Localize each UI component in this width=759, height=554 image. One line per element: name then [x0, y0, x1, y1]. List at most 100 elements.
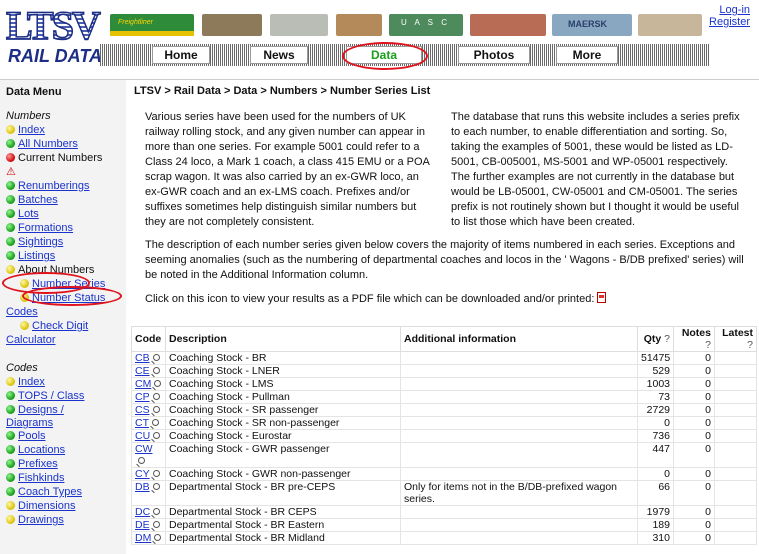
help-icon[interactable]: ?	[664, 333, 670, 345]
sidebar-item-formations[interactable]: Formations	[18, 222, 73, 234]
code-cell: CE	[131, 364, 166, 378]
sidebar-item-codes-index[interactable]: Index	[18, 376, 45, 388]
sidebar-item-prefixes[interactable]: Prefixes	[18, 458, 58, 470]
sidebar-item-coach-types[interactable]: Coach Types	[18, 486, 82, 498]
site-logo[interactable]: LTSV RAIL DATA	[5, 3, 106, 74]
magnifier-icon[interactable]	[152, 367, 160, 374]
breadcrumb: LTSV > Rail Data > Data > Numbers > Numb…	[134, 85, 431, 97]
magnifier-icon[interactable]	[152, 521, 160, 528]
magnifier-icon[interactable]	[153, 432, 161, 439]
warning-icon: ⚠	[6, 166, 16, 178]
notes-cell: 0	[673, 480, 715, 506]
series-code-link[interactable]: DC	[135, 506, 150, 518]
magnifier-icon[interactable]	[152, 406, 160, 413]
magnifier-icon[interactable]	[152, 483, 160, 490]
additional-info-cell	[400, 364, 638, 378]
qty-cell: 2729	[637, 403, 674, 417]
additional-info-cell	[400, 403, 638, 417]
code-cell: CW	[131, 442, 166, 468]
pdf-icon[interactable]	[597, 292, 607, 303]
series-code-link[interactable]: CU	[135, 430, 150, 442]
magnifier-icon[interactable]	[152, 354, 160, 361]
latest-cell	[714, 390, 757, 404]
additional-info-cell	[400, 531, 638, 545]
sidebar-item-dimensions[interactable]: Dimensions	[18, 500, 75, 512]
latest-cell	[714, 416, 757, 430]
magnifier-icon[interactable]	[154, 534, 162, 541]
container-car-maersk: MAERSK	[552, 14, 632, 36]
logo-mark: LTSV	[5, 3, 106, 49]
column-header-qty[interactable]: Qty ?	[637, 326, 674, 352]
magnifier-icon[interactable]	[154, 380, 162, 387]
latest-cell	[714, 518, 757, 532]
code-cell: CU	[131, 429, 166, 443]
sidebar-item-fishkinds[interactable]: Fishkinds	[18, 472, 64, 484]
sidebar-item-sightings[interactable]: Sightings	[18, 236, 63, 248]
series-code-link[interactable]: CM	[135, 378, 151, 390]
sidebar-item-pools[interactable]: Pools	[18, 430, 46, 442]
sidebar-item-all-numbers[interactable]: All Numbers	[18, 138, 78, 150]
series-code-link[interactable]: CY	[135, 468, 150, 480]
yellow-dot-icon	[6, 125, 15, 134]
red-dot-icon	[6, 153, 15, 162]
additional-info-cell	[400, 442, 638, 468]
green-dot-icon	[6, 391, 15, 400]
yellow-dot-icon	[6, 515, 15, 524]
container-car	[270, 14, 328, 36]
magnifier-icon[interactable]	[152, 419, 159, 426]
series-code-link[interactable]: CW	[135, 443, 153, 455]
series-code-link[interactable]: CB	[135, 352, 150, 364]
code-cell: CP	[131, 390, 166, 404]
help-icon[interactable]: ?	[705, 339, 711, 351]
sidebar-item-calculator[interactable]: Calculator	[6, 334, 56, 346]
series-code-link[interactable]: DM	[135, 532, 151, 544]
table-header-row: Code Description Additional information …	[131, 326, 757, 352]
latest-cell	[714, 364, 757, 378]
description-cell: Coaching Stock - Pullman	[165, 390, 401, 404]
green-dot-icon	[6, 445, 15, 454]
sidebar-item-renumberings[interactable]: Renumberings	[18, 180, 90, 192]
sidebar-item-locations[interactable]: Locations	[18, 444, 65, 456]
additional-info-cell	[400, 467, 638, 481]
login-link[interactable]: Log-in	[660, 4, 750, 16]
nav-news[interactable]: News	[250, 46, 308, 64]
nav-more[interactable]: More	[556, 46, 618, 64]
qty-cell: 447	[637, 442, 674, 468]
magnifier-icon[interactable]	[152, 393, 160, 400]
notes-cell: 0	[673, 442, 715, 468]
magnifier-icon[interactable]	[153, 508, 161, 515]
magnifier-icon[interactable]	[138, 457, 145, 464]
table-row: CT Coaching Stock - SR non-passenger 0 0	[131, 416, 757, 430]
sidebar-item-batches[interactable]: Batches	[18, 194, 58, 206]
uasc-text: U A S C	[401, 18, 451, 27]
sidebar-item-drawings[interactable]: Drawings	[18, 514, 64, 526]
magnifier-icon[interactable]	[152, 470, 160, 477]
series-code-link[interactable]: DE	[135, 519, 150, 531]
sidebar-item-tops-class[interactable]: TOPS / Class	[18, 390, 84, 402]
series-code-link[interactable]: DB	[135, 481, 150, 493]
series-code-link[interactable]: CE	[135, 365, 150, 377]
column-header-code[interactable]: Code	[131, 326, 166, 352]
notes-cell: 0	[673, 351, 715, 365]
column-header-notes[interactable]: Notes ?	[673, 326, 715, 352]
help-icon[interactable]: ?	[747, 339, 753, 351]
qty-cell: 0	[637, 416, 674, 430]
codes-heading: Codes	[6, 362, 38, 374]
series-code-link[interactable]: CT	[135, 417, 149, 429]
additional-info-cell: Only for items not in the B/DB-prefixed …	[400, 480, 638, 506]
column-header-additional[interactable]: Additional information	[400, 326, 638, 352]
code-cell: DM	[131, 531, 166, 545]
sidebar-item-lots[interactable]: Lots	[18, 208, 39, 220]
register-link[interactable]: Register	[660, 16, 750, 28]
column-header-description[interactable]: Description	[165, 326, 401, 352]
sidebar-item-codes[interactable]: Codes	[6, 306, 38, 318]
nav-photos[interactable]: Photos	[458, 46, 530, 64]
sidebar-item-listings[interactable]: Listings	[18, 250, 55, 262]
series-code-link[interactable]: CP	[135, 391, 150, 403]
nav-home[interactable]: Home	[152, 46, 210, 64]
column-header-latest[interactable]: Latest ?	[714, 326, 757, 352]
series-code-link[interactable]: CS	[135, 404, 150, 416]
sidebar-item-index[interactable]: Index	[18, 124, 45, 136]
sidebar-item-check-digit[interactable]: Check Digit	[32, 320, 88, 332]
account-links: Log-in Register	[660, 4, 750, 28]
